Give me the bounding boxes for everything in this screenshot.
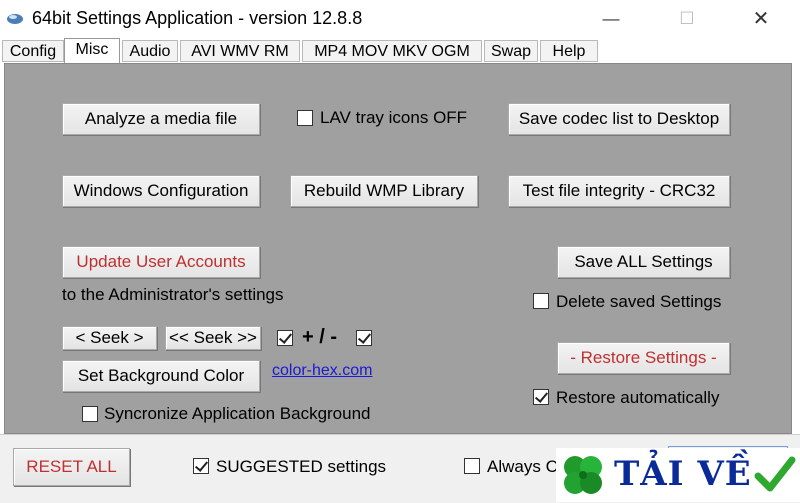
- plus-minus-label: + / -: [302, 326, 338, 348]
- maximize-button[interactable]: ☐: [664, 6, 710, 32]
- seek-button[interactable]: < Seek >: [62, 326, 157, 350]
- window-title: 64bit Settings Application - version 12.…: [32, 8, 363, 28]
- save-all-settings-button[interactable]: Save ALL Settings: [557, 246, 730, 278]
- save-codec-list-button[interactable]: Save codec list to Desktop: [508, 103, 730, 135]
- reset-all-button[interactable]: RESET ALL: [13, 448, 130, 486]
- tab-misc[interactable]: Misc: [64, 38, 120, 64]
- sync-background-checkbox[interactable]: [82, 406, 98, 422]
- delete-saved-checkbox[interactable]: [533, 293, 549, 309]
- lav-tray-label: LAV tray icons OFF: [320, 108, 468, 127]
- color-hex-link[interactable]: color-hex.com: [272, 362, 372, 380]
- title-bar: 64bit Settings Application - version 12.…: [0, 0, 800, 38]
- lav-tray-checkbox[interactable]: [297, 110, 313, 126]
- set-background-color-button[interactable]: Set Background Color: [62, 360, 260, 392]
- seek-checkbox-1[interactable]: [277, 330, 293, 346]
- tab-strip: Config Misc Audio AVI WMV RM MP4 MOV MKV…: [0, 38, 800, 64]
- restore-settings-button[interactable]: - Restore Settings -: [557, 342, 730, 374]
- checkmark-icon: [754, 456, 796, 492]
- seek-checkbox-2[interactable]: [356, 330, 372, 346]
- tab-swap[interactable]: Swap: [484, 40, 538, 62]
- seek-far-button[interactable]: << Seek >>: [165, 326, 261, 350]
- test-file-integrity-button[interactable]: Test file integrity - CRC32: [508, 175, 730, 207]
- suggested-settings-checkbox[interactable]: [193, 458, 209, 474]
- suggested-settings-label: SUGGESTED settings: [216, 457, 387, 476]
- windows-configuration-button[interactable]: Windows Configuration: [62, 175, 260, 207]
- always-label: Always C: [487, 457, 558, 476]
- analyze-media-button[interactable]: Analyze a media file: [62, 103, 260, 135]
- rebuild-wmp-button[interactable]: Rebuild WMP Library: [290, 175, 478, 207]
- delete-saved-label: Delete saved Settings: [556, 292, 722, 311]
- clover-icon: [564, 456, 602, 494]
- restore-automatically-label: Restore automatically: [556, 388, 720, 407]
- restore-automatically-checkbox[interactable]: [533, 389, 549, 405]
- watermark: TẢI VỀ: [556, 448, 800, 502]
- sync-background-label: Syncronize Application Background: [104, 404, 371, 423]
- watermark-text: TẢI VỀ: [614, 454, 752, 494]
- tab-mp4-mov-mkv-ogm[interactable]: MP4 MOV MKV OGM: [302, 40, 482, 62]
- tab-help[interactable]: Help: [540, 40, 598, 62]
- administrator-settings-note: to the Administrator's settings: [62, 285, 284, 304]
- app-icon: [7, 14, 23, 24]
- tab-config[interactable]: Config: [2, 40, 64, 62]
- always-checkbox[interactable]: [464, 458, 480, 474]
- update-user-accounts-button[interactable]: Update User Accounts: [62, 246, 260, 278]
- minimize-button[interactable]: —: [588, 6, 634, 32]
- close-button[interactable]: ✕: [738, 6, 784, 32]
- tab-avi-wmv-rm[interactable]: AVI WMV RM: [180, 40, 300, 62]
- tab-audio[interactable]: Audio: [122, 40, 178, 62]
